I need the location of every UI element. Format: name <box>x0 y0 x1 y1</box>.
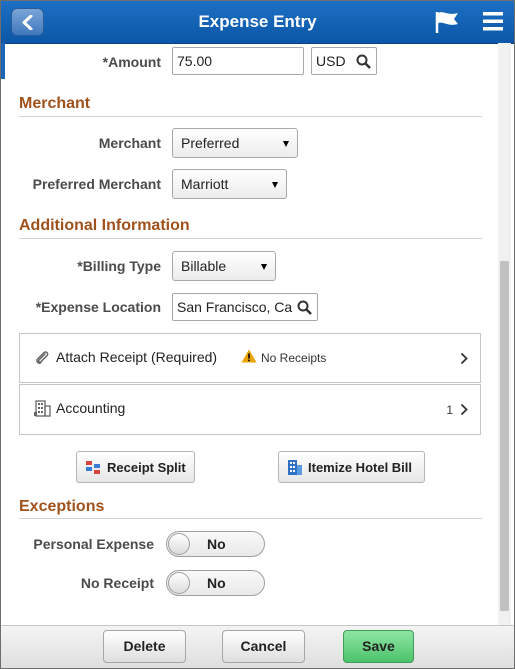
receipt-split-label: Receipt Split <box>107 460 186 475</box>
accounting-count: 1 <box>446 403 453 417</box>
form-content: *Amount 75.00 USD Merchant Merchant Pref… <box>1 43 514 625</box>
save-button[interactable]: Save <box>343 630 414 663</box>
additional-info-section-title: Additional Information <box>19 217 190 234</box>
receipt-split-icon <box>86 461 100 474</box>
merchant-section-title: Merchant <box>19 95 91 112</box>
amount-input[interactable]: 75.00 <box>172 47 304 75</box>
expense-location-label: *Expense Location <box>35 299 161 315</box>
expense-entry-window: Expense Entry *Amount 75.00 USD Merchant… <box>0 0 515 669</box>
attach-receipt-label: Attach Receipt (Required) <box>56 349 218 365</box>
hotel-icon <box>288 460 302 475</box>
footer-bar: Delete Cancel Save <box>1 625 514 668</box>
preferred-merchant-value: Marriott <box>181 176 229 192</box>
toggle-knob <box>168 533 190 555</box>
receipt-split-button[interactable]: Receipt Split <box>76 451 195 483</box>
merchant-label: Merchant <box>98 135 161 151</box>
section-divider <box>19 518 482 519</box>
chevron-right-icon <box>460 403 468 416</box>
paperclip-icon <box>36 351 49 364</box>
preferred-merchant-select[interactable]: Marriott <box>172 169 287 199</box>
chevron-right-icon <box>460 352 468 365</box>
preferred-merchant-label: Preferred Merchant <box>32 176 161 192</box>
personal-expense-label: Personal Expense <box>33 536 154 552</box>
billing-type-label: *Billing Type <box>77 258 161 274</box>
search-icon[interactable] <box>356 54 371 69</box>
accounting-label: Accounting <box>56 400 126 416</box>
no-receipt-label: No Receipt <box>80 575 154 591</box>
personal-expense-toggle[interactable]: No <box>166 531 265 557</box>
itemize-hotel-bill-label: Itemize Hotel Bill <box>308 460 413 475</box>
expense-location-value: San Francisco, Ca <box>177 299 293 315</box>
dropdown-caret-icon <box>283 141 289 147</box>
header-bar: Expense Entry <box>1 1 514 44</box>
personal-expense-value: No <box>207 536 226 552</box>
accounting-building-icon <box>34 400 51 417</box>
scrollbar-thumb[interactable] <box>500 261 509 611</box>
delete-button[interactable]: Delete <box>103 630 186 663</box>
currency-input[interactable]: USD <box>311 47 377 75</box>
left-edge-accent <box>1 43 5 79</box>
merchant-select-value: Preferred <box>181 135 240 151</box>
merchant-select[interactable]: Preferred <box>172 128 298 158</box>
receipt-status: No Receipts <box>261 351 327 365</box>
billing-type-select[interactable]: Billable <box>172 251 276 281</box>
hamburger-menu-icon[interactable] <box>483 12 503 31</box>
attach-receipt-panel[interactable]: Attach Receipt (Required) No Receipts <box>19 333 481 383</box>
expense-location-input[interactable]: San Francisco, Ca <box>172 293 318 321</box>
exceptions-section-title: Exceptions <box>19 498 105 515</box>
dropdown-caret-icon <box>261 264 267 270</box>
section-divider <box>19 238 482 239</box>
dropdown-caret-icon <box>272 182 278 188</box>
section-divider <box>19 116 482 117</box>
billing-type-value: Billable <box>181 258 227 274</box>
cancel-button[interactable]: Cancel <box>222 630 305 663</box>
warning-icon <box>241 349 257 363</box>
flag-icon[interactable] <box>434 10 460 34</box>
currency-value: USD <box>316 53 346 69</box>
search-icon[interactable] <box>297 300 312 315</box>
itemize-hotel-bill-button[interactable]: Itemize Hotel Bill <box>278 451 425 483</box>
amount-label: *Amount <box>102 54 161 70</box>
toggle-knob <box>168 572 190 594</box>
no-receipt-toggle[interactable]: No <box>166 570 265 596</box>
accounting-panel[interactable]: Accounting 1 <box>19 384 481 435</box>
no-receipt-value: No <box>207 575 226 591</box>
